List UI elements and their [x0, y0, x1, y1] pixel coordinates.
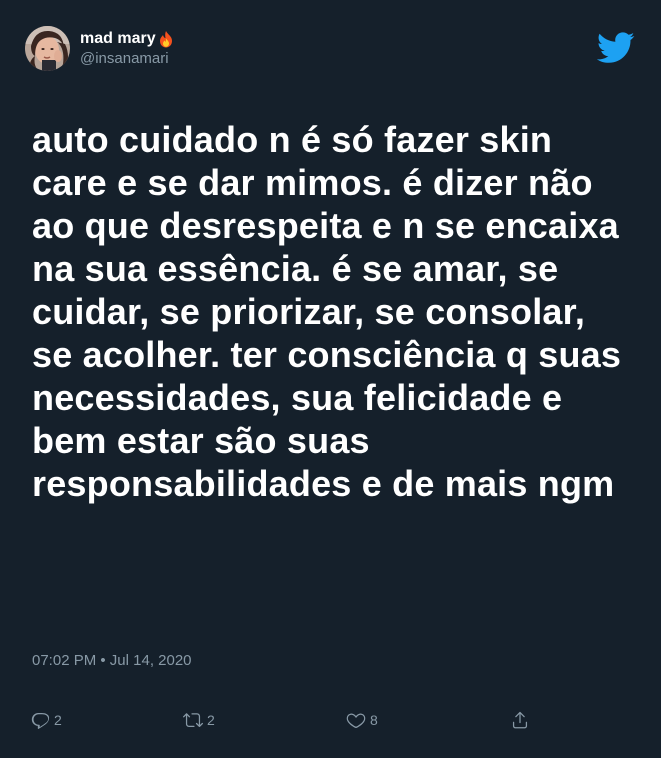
- fire-icon: [158, 30, 174, 48]
- share-icon: [510, 710, 530, 730]
- like-button[interactable]: 8: [346, 706, 378, 734]
- display-name[interactable]: mad mary: [80, 29, 156, 49]
- tweet-card: mad mary @insanamari auto cuidado n é só…: [0, 0, 661, 758]
- user-info: mad mary @insanamari: [80, 29, 174, 68]
- twitter-bird-icon[interactable]: [596, 32, 635, 64]
- reply-count: 2: [54, 712, 62, 728]
- retweet-icon: [183, 710, 203, 730]
- like-count: 8: [370, 712, 378, 728]
- share-button[interactable]: [510, 706, 530, 734]
- retweet-button[interactable]: 2: [183, 706, 215, 734]
- tweet-actions: 2 2 8: [0, 706, 661, 734]
- reply-icon: [30, 710, 50, 730]
- reply-button[interactable]: 2: [30, 706, 62, 734]
- tweet-header: mad mary @insanamari: [25, 25, 174, 71]
- heart-icon: [346, 710, 366, 730]
- retweet-count: 2: [207, 712, 215, 728]
- avatar-image: [25, 25, 70, 71]
- name-row: mad mary: [80, 29, 174, 49]
- tweet-text: auto cuidado n é só fazer skin care e se…: [32, 119, 622, 504]
- tweet-timestamp[interactable]: 07:02 PM • Jul 14, 2020: [32, 651, 192, 670]
- user-handle[interactable]: @insanamari: [80, 49, 174, 68]
- avatar[interactable]: [25, 25, 70, 71]
